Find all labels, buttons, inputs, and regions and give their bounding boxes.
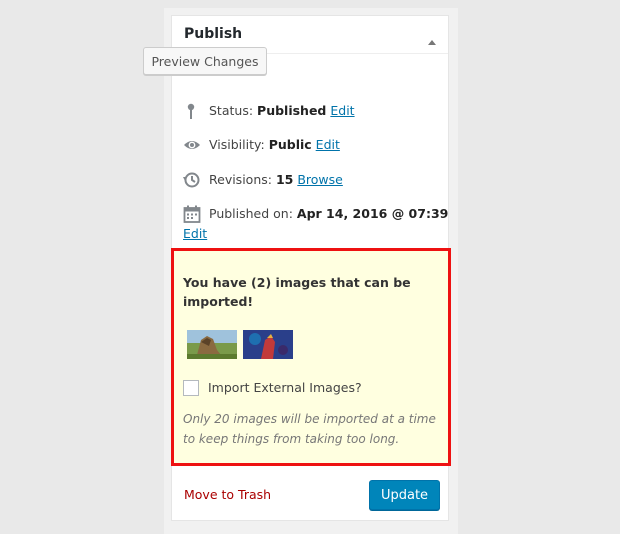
import-external-label[interactable]: Import External Images? <box>208 380 362 395</box>
status-label: Status: <box>209 103 254 118</box>
triangle-up-icon[interactable] <box>428 30 436 49</box>
import-external-checkbox[interactable] <box>183 380 199 396</box>
image-thumbnail <box>243 330 293 359</box>
pin-icon <box>183 102 203 122</box>
preview-changes-button[interactable]: Preview Changes <box>143 47 267 75</box>
visibility-value: Public <box>268 137 312 152</box>
revisions-count: 15 <box>275 172 294 187</box>
image-thumbnail <box>187 330 237 359</box>
status-edit-link[interactable]: Edit <box>330 103 354 118</box>
update-button[interactable]: Update <box>369 480 440 510</box>
import-images-notice: You have (2) images that can be imported… <box>171 248 451 466</box>
visibility-edit-link[interactable]: Edit <box>316 137 340 152</box>
metabox-title: Publish <box>184 26 243 42</box>
move-to-trash-link[interactable]: Move to Trash <box>184 487 271 502</box>
status-value: Published <box>257 103 327 118</box>
visibility-label: Visibility: <box>209 137 265 152</box>
history-icon <box>183 171 203 191</box>
import-limit-note: Only 20 images will be imported at a tim… <box>183 412 436 446</box>
import-message: You have (2) images that can be imported… <box>183 275 411 309</box>
published-label: Published on: <box>209 206 293 221</box>
published-date: Apr 14, 2016 @ 07:39 <box>296 206 449 221</box>
revisions-label: Revisions: <box>209 172 272 187</box>
revisions-browse-link[interactable]: Browse <box>297 172 343 187</box>
published-edit-link[interactable]: Edit <box>183 226 207 241</box>
eye-icon <box>183 136 203 156</box>
calendar-icon <box>183 205 203 225</box>
